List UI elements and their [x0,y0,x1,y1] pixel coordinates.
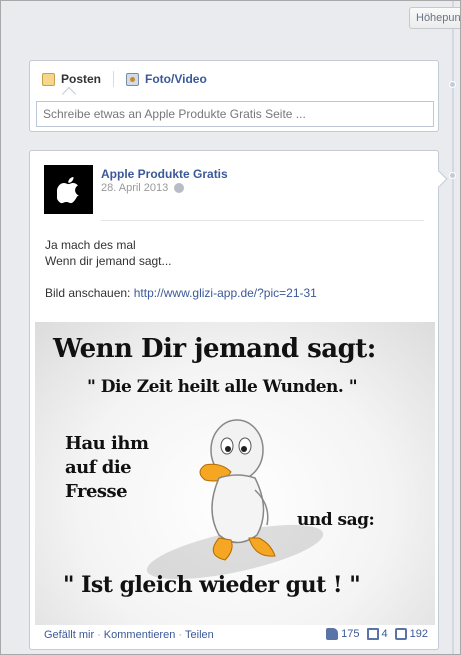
post-meta: 28. April 2013 [101,182,185,194]
post-text-line-link: Bild anschauen: http://www.glizi-app.de/… [45,285,317,301]
composer-tabs: Posten Foto/Video [30,61,438,97]
separator-dot: · [178,629,183,641]
status-icon [42,72,55,86]
status-composer: Posten Foto/Video Schreibe etwas an Appl… [29,60,439,132]
post-date[interactable]: 28. April 2013 [101,182,168,194]
timeline-post: Apple Produkte Gratis 28. April 2013 Ja … [29,150,448,650]
thumbs-up-icon [326,628,339,640]
separator-dot: · [97,629,101,641]
post-text-line: Wenn dir jemand sagt... [45,254,172,268]
shares-count[interactable]: 192 [394,628,428,640]
page-name-link[interactable]: Apple Produkte Gratis [101,167,228,181]
image-text-right: und sag: [297,510,375,530]
photo-icon [126,72,140,86]
timeline-dot [449,172,456,179]
post-link[interactable]: http://www.glizi-app.de/?pic=21-31 [134,286,317,300]
likes-count-value: 175 [341,628,360,640]
like-link[interactable]: Gefällt mir [44,629,94,641]
timeline-line [452,0,454,655]
likes-count[interactable]: 175 [326,628,360,640]
post-text-line [45,269,317,285]
composer-input[interactable]: Schreibe etwas an Apple Produkte Gratis … [36,101,434,127]
comment-icon [366,628,379,640]
shares-count-value: 192 [409,628,428,640]
link-prefix: Bild anschauen: [45,286,134,300]
avatar[interactable] [44,165,93,214]
image-text-headline: Wenn Dir jemand sagt: [53,334,376,364]
highlights-button[interactable]: Höhepunk [409,7,461,29]
image-text-bottom: " Ist gleich wieder gut ! " [63,572,361,598]
comment-link[interactable]: Kommentieren [104,629,176,641]
tab-foto-video-label: Foto/Video [145,72,207,86]
tab-foto-video[interactable]: Foto/Video [126,72,207,86]
divider [101,220,424,221]
share-link[interactable]: Teilen [185,629,214,641]
duck-illustration [199,419,276,561]
globe-icon[interactable] [174,183,185,193]
post-pointer [430,170,448,188]
post-text: Ja mach des mal Wenn dir jemand sagt... … [45,237,317,301]
post-counts: 175 4 192 [319,628,428,640]
tab-separator [113,71,115,87]
tab-posten[interactable]: Posten [42,72,101,86]
post-image[interactable]: Wenn Dir jemand sagt: " Die Zeit heilt a… [35,322,435,625]
image-text-quote: " Die Zeit heilt alle Wunden. " [87,377,358,397]
share-icon [394,628,407,640]
post-actions: Gefällt mir · Kommentieren · Teilen [44,629,214,641]
apple-logo-icon [56,176,79,203]
post-text-line: Ja mach des mal [45,238,136,252]
tab-posten-label: Posten [61,72,102,86]
comments-count-value: 4 [381,628,388,640]
comments-count[interactable]: 4 [366,628,388,640]
image-text-left: Hau ihm auf die Fresse [65,433,149,502]
timeline-dot [449,81,456,88]
